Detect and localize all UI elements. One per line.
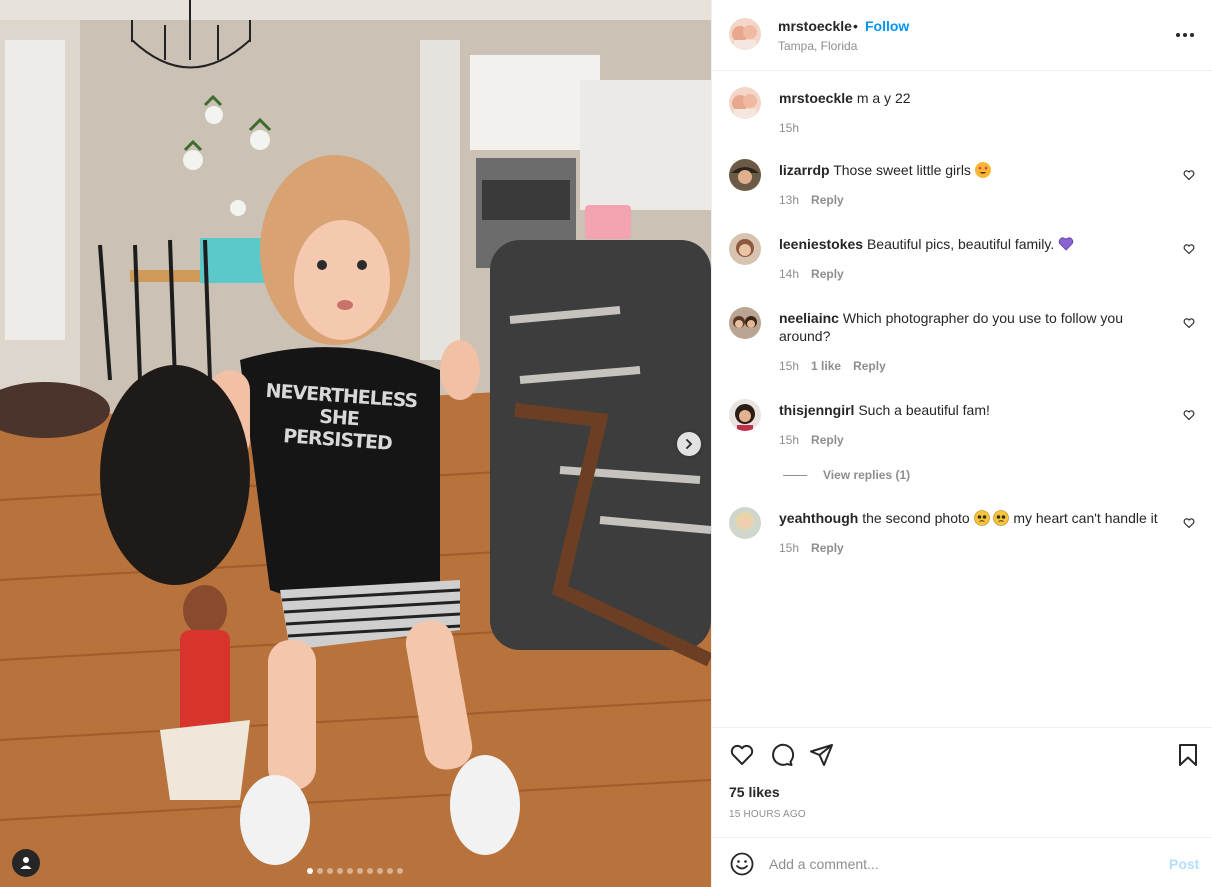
carousel-dot (357, 868, 363, 874)
carousel-dot (307, 868, 313, 874)
header-separator: • (853, 18, 858, 34)
share-icon[interactable] (809, 742, 835, 768)
comment-username[interactable]: leeniestokes (779, 236, 863, 252)
comment-meta: 13h Reply (779, 193, 844, 207)
reply-button[interactable]: Reply (811, 193, 844, 207)
like-comment-heart-icon[interactable] (1183, 409, 1195, 421)
comment-text-before: the second photo (862, 510, 970, 526)
post-header: mrstoeckle • Follow Tampa, Florida (712, 0, 1212, 71)
carousel-indicator (307, 868, 403, 874)
comment-username[interactable]: thisjenngirl (779, 402, 854, 418)
comment-time[interactable]: 14h (779, 267, 799, 281)
carousel-next-button[interactable] (677, 432, 701, 456)
pleading-face-emoji-icon (973, 510, 990, 526)
comment-meta: 15h Reply (779, 541, 844, 555)
caption-body: mrstoeckle m a y 22 (779, 89, 1174, 107)
comment-body: leeniestokes Beautiful pics, beautiful f… (779, 235, 1174, 253)
author-avatar[interactable] (729, 87, 761, 119)
commenter-avatar[interactable] (729, 399, 761, 431)
emoji-picker-icon[interactable] (729, 851, 755, 877)
avatar-image (729, 233, 761, 265)
like-count[interactable]: 75 likes (729, 784, 780, 800)
comments-list: mrstoeckle m a y 22 15h lizarrdp Those s… (712, 71, 1212, 727)
carousel-dot (337, 868, 343, 874)
caption-meta: 15h (779, 121, 799, 135)
comment-meta: 14h Reply (779, 267, 844, 281)
heart-icon[interactable] (729, 742, 755, 768)
comment-text-after: my heart can't handle it (1013, 510, 1158, 526)
post-detail-panel: mrstoeckle • Follow Tampa, Florida mrsto… (711, 0, 1212, 887)
chevron-right-icon (686, 439, 693, 449)
user-icon (20, 857, 32, 869)
replies-divider (783, 474, 807, 476)
comment-username[interactable]: yeahthough (779, 510, 858, 526)
carousel-dot (387, 868, 393, 874)
carousel-dot (317, 868, 323, 874)
view-replies-label: View replies (1) (823, 468, 911, 482)
carousel-dot (347, 868, 353, 874)
view-replies-button[interactable]: View replies (1) (783, 468, 910, 482)
caption-time[interactable]: 15h (779, 121, 799, 135)
heart-eyes-emoji-icon (974, 162, 991, 178)
post-timestamp[interactable]: 15 HOURS AGO (729, 809, 806, 820)
comment-time[interactable]: 15h (779, 359, 799, 373)
carousel-dot (397, 868, 403, 874)
comment-like-count[interactable]: 1 like (811, 359, 841, 373)
like-comment-heart-icon[interactable] (1183, 243, 1195, 255)
avatar-image (729, 159, 761, 191)
reply-button[interactable]: Reply (811, 433, 844, 447)
reply-button[interactable]: Reply (811, 541, 844, 555)
commenter-avatar[interactable] (729, 159, 761, 191)
comment-body: thisjenngirl Such a beautiful fam! (779, 401, 1174, 419)
commenter-avatar[interactable] (729, 307, 761, 339)
comment-input[interactable] (769, 852, 1149, 876)
carousel-dot (327, 868, 333, 874)
carousel-dot (367, 868, 373, 874)
post-comment-button[interactable]: Post (1169, 856, 1199, 872)
comment-composer: Post (712, 837, 1212, 887)
commenter-avatar[interactable] (729, 507, 761, 539)
comment-meta: 15h Reply (779, 433, 844, 447)
avatar-image (729, 18, 761, 50)
comment-body: lizarrdp Those sweet little girls (779, 161, 1174, 179)
avatar-image (729, 87, 761, 119)
comment-text: Beautiful pics, beautiful family. (866, 236, 1055, 252)
purple-heart-emoji-icon (1058, 236, 1074, 252)
like-comment-heart-icon[interactable] (1183, 517, 1195, 529)
post-location[interactable]: Tampa, Florida (778, 39, 857, 53)
comment-time[interactable]: 15h (779, 541, 799, 555)
reply-button[interactable]: Reply (811, 267, 844, 281)
tagged-users-button[interactable] (12, 849, 40, 877)
bookmark-icon[interactable] (1175, 742, 1201, 768)
post-actions: 75 likes 15 HOURS AGO (712, 727, 1212, 837)
comment-text: Those sweet little girls (833, 162, 971, 178)
comment-text: Such a beautiful fam! (858, 402, 990, 418)
like-comment-heart-icon[interactable] (1183, 317, 1195, 329)
comment-username[interactable]: lizarrdp (779, 162, 830, 178)
like-comment-heart-icon[interactable] (1183, 169, 1195, 181)
author-username[interactable]: mrstoeckle (778, 18, 852, 34)
caption-username[interactable]: mrstoeckle (779, 90, 853, 106)
comment-time[interactable]: 13h (779, 193, 799, 207)
shirt-text: NEVERTHELESS SHE PERSISTED (264, 379, 418, 455)
pleading-face-emoji-icon (993, 510, 1010, 526)
comment-body: neeliainc Which photographer do you use … (779, 309, 1174, 345)
avatar-image (729, 399, 761, 431)
carousel-dot (377, 868, 383, 874)
reply-button[interactable]: Reply (853, 359, 886, 373)
more-options-icon[interactable] (1174, 24, 1196, 46)
avatar-image (729, 507, 761, 539)
commenter-avatar[interactable] (729, 233, 761, 265)
comment-icon[interactable] (769, 742, 795, 768)
author-avatar[interactable] (729, 18, 761, 50)
comment-meta: 15h 1 like Reply (779, 359, 886, 373)
post-photo[interactable]: NEVERTHELESS SHE PERSISTED (0, 0, 711, 887)
comment-body: yeahthough the second photo my heart can… (779, 509, 1174, 527)
avatar-image (729, 307, 761, 339)
caption-text: m a y 22 (856, 90, 911, 106)
comment-username[interactable]: neeliainc (779, 310, 839, 326)
follow-button[interactable]: Follow (865, 18, 909, 34)
comment-time[interactable]: 15h (779, 433, 799, 447)
